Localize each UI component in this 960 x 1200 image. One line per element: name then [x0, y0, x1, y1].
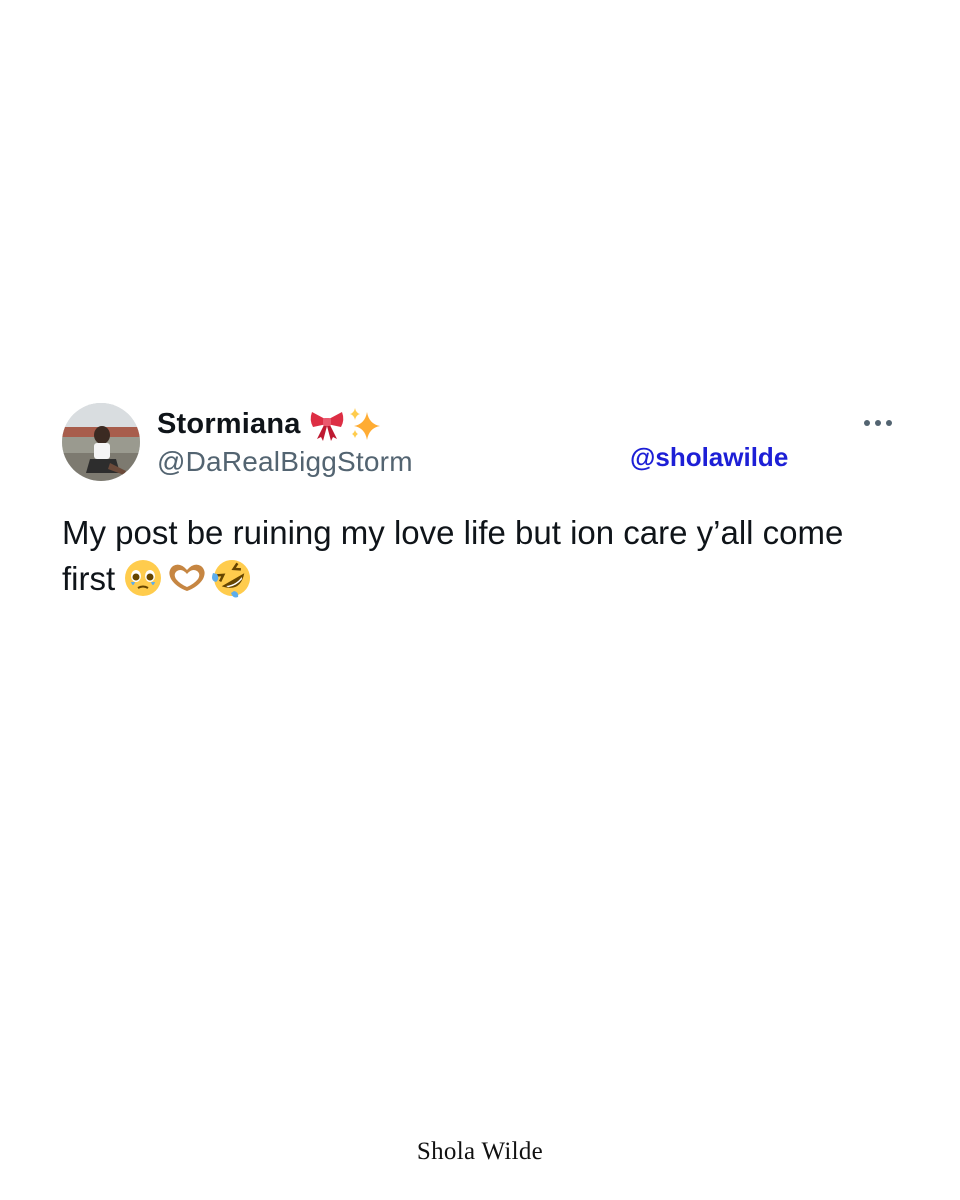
avatar[interactable] — [62, 403, 140, 481]
tweet-text: My post be ruining my love life but ion … — [62, 510, 902, 602]
sparkles-icon — [347, 406, 383, 442]
author-name-row: Stormiana — [157, 405, 383, 443]
pleading-face-icon — [123, 558, 163, 598]
heart-hands-icon — [166, 558, 208, 598]
tweet-text-line-1: My post be ruining my love life but ion … — [62, 514, 844, 551]
display-name[interactable]: Stormiana — [157, 408, 301, 441]
ribbon-bow-icon — [309, 406, 345, 442]
more-options-button[interactable] — [856, 408, 900, 438]
rolling-laughing-icon — [211, 557, 253, 599]
author-handle[interactable]: @DaRealBiggStorm — [157, 446, 413, 478]
watermark-text: @sholawilde — [630, 442, 789, 472]
footer-signature: Shola Wilde — [416, 1138, 544, 1165]
tweet-text-last-word: first — [62, 560, 116, 597]
profile-photo — [62, 403, 140, 481]
name-icons — [309, 406, 383, 442]
emoji-row — [123, 557, 253, 599]
more-dots-icon — [863, 414, 893, 432]
tweet-text-line-2: first — [62, 556, 902, 602]
